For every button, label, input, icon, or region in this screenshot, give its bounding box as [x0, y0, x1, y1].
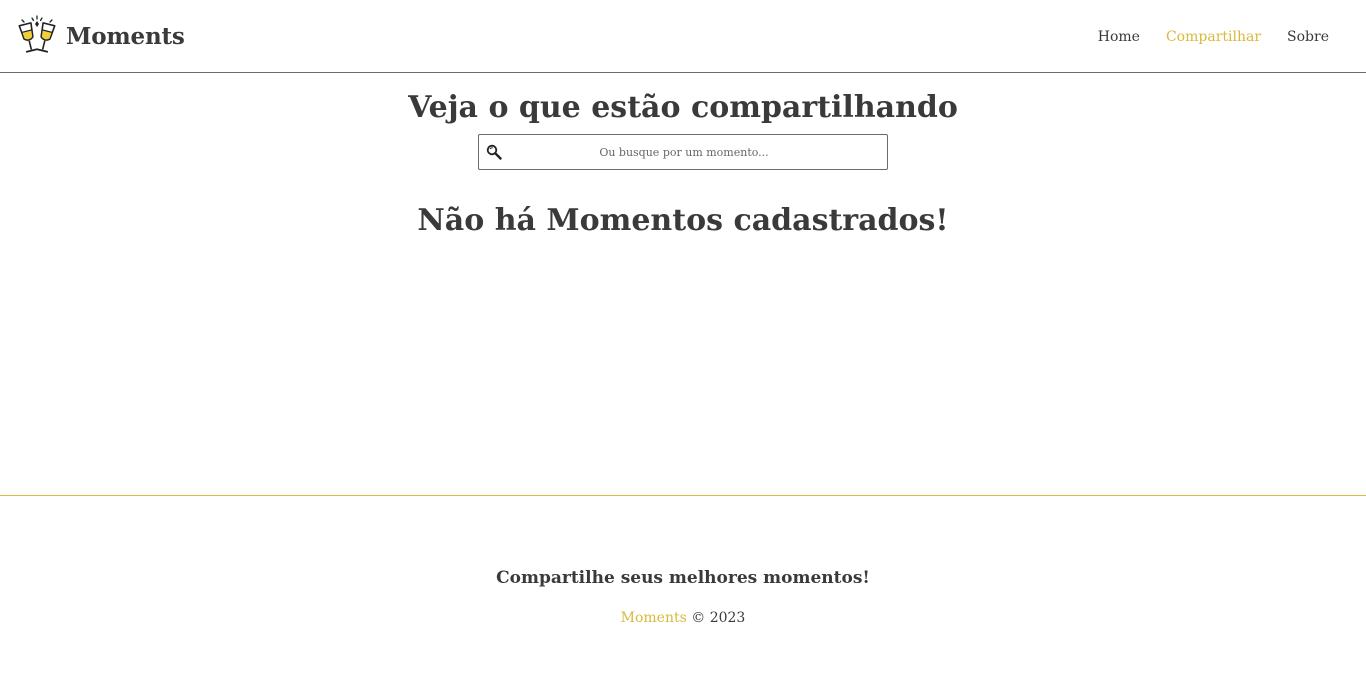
brand-link[interactable]: Moments	[16, 14, 185, 58]
navbar: Moments Home Compartilhar Sobre	[0, 0, 1366, 73]
nav-link-home[interactable]: Home	[1098, 27, 1140, 47]
main-nav: Home Compartilhar Sobre	[1072, 27, 1329, 47]
search-icon	[486, 144, 502, 160]
nav-link-sobre[interactable]: Sobre	[1287, 27, 1329, 47]
empty-message: Não há Momentos cadastrados!	[417, 203, 949, 238]
page-title: Veja o que estão compartilhando	[408, 90, 958, 125]
copyright-text: © 2023	[691, 610, 746, 626]
footer-brand: Moments	[620, 610, 687, 626]
search-input[interactable]	[509, 135, 859, 169]
champagne-toast-icon	[18, 15, 56, 53]
footer: Compartilhe seus melhores momentos! Mome…	[0, 495, 1366, 695]
brand-name: Moments	[66, 22, 185, 50]
footer-copyright: Moments © 2023	[0, 608, 1366, 628]
footer-tagline: Compartilhe seus melhores momentos!	[496, 568, 870, 588]
nav-link-compartilhar[interactable]: Compartilhar	[1166, 27, 1261, 47]
search-box	[478, 134, 888, 170]
